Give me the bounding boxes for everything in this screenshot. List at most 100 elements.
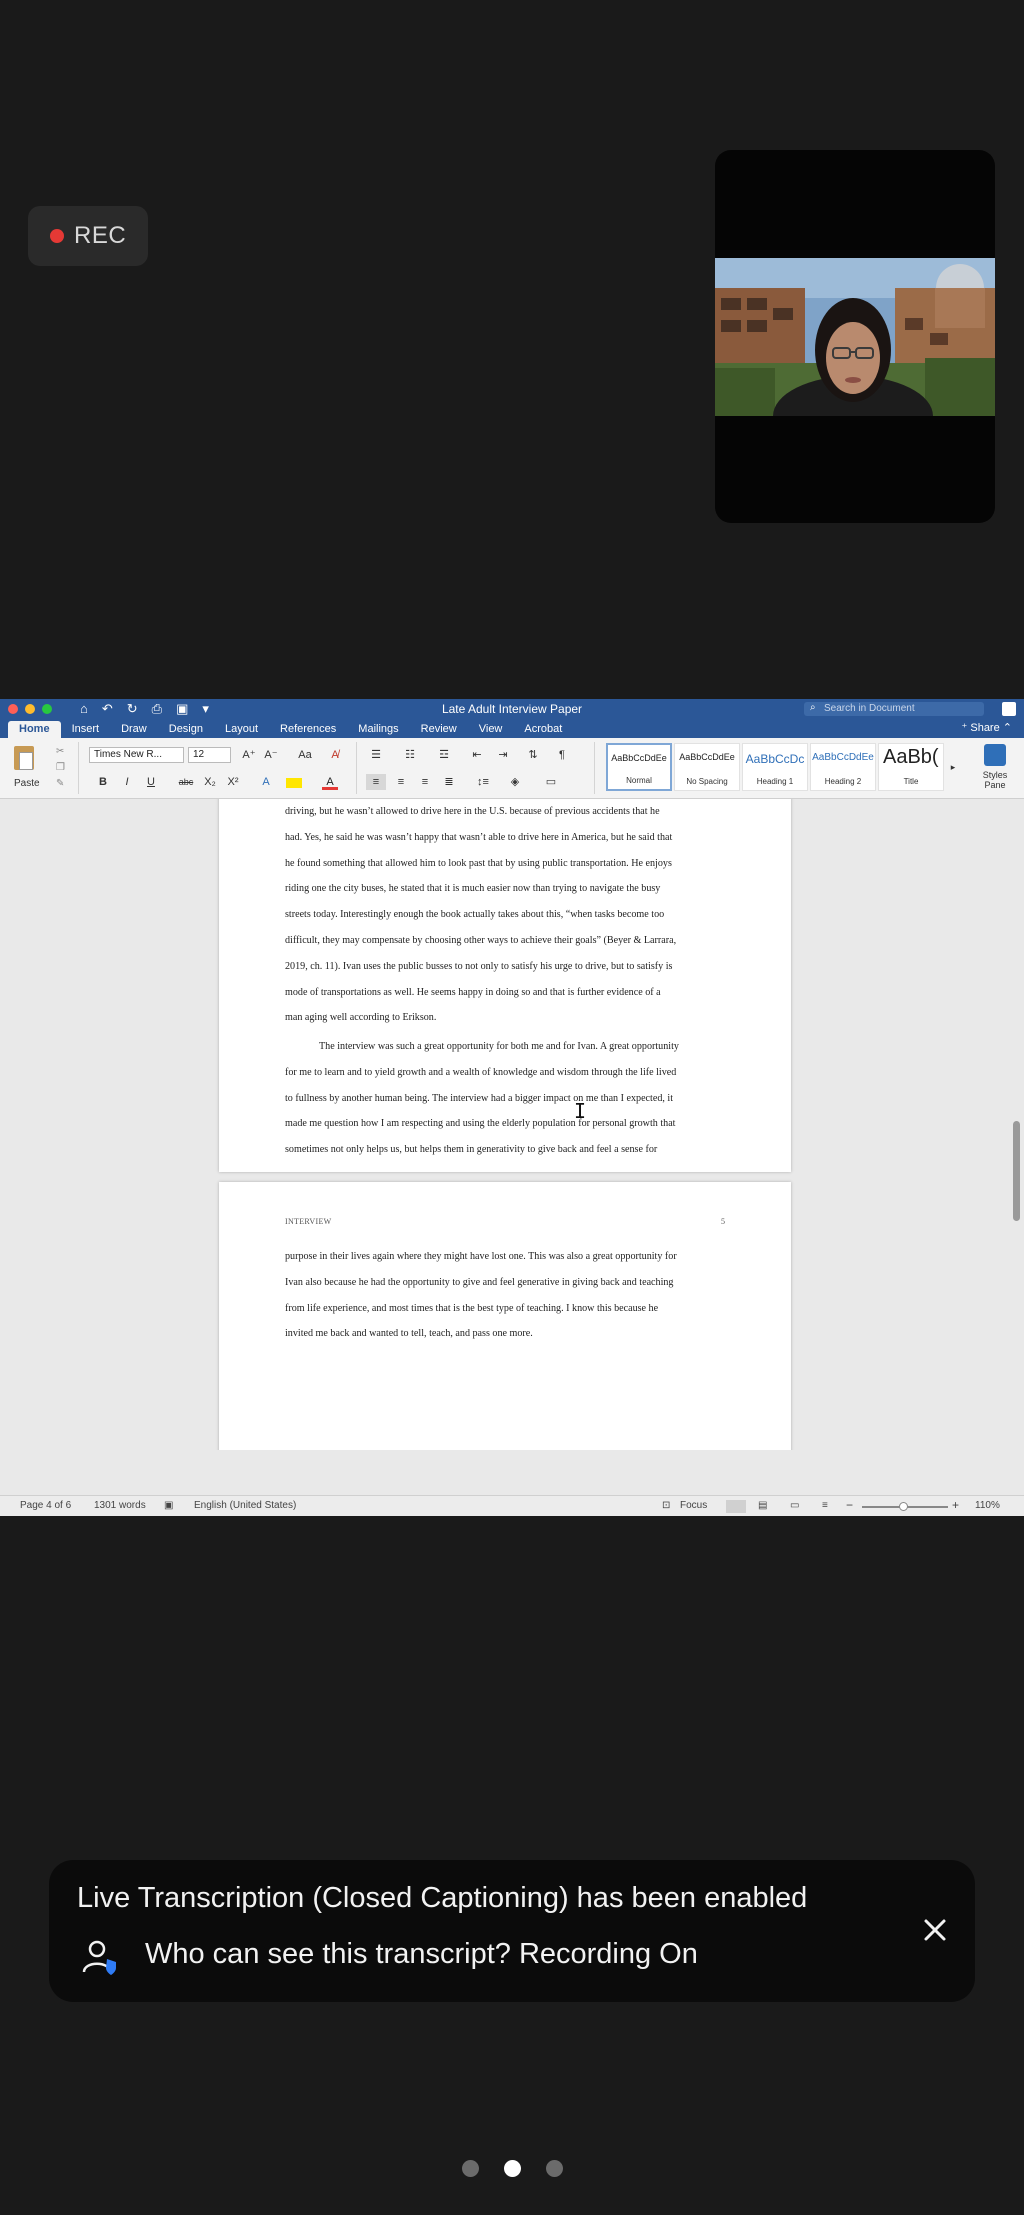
close-icon[interactable] [915,1910,955,1950]
styles-more-arrow-icon[interactable]: ▸ [946,759,960,775]
redo-icon[interactable]: ↻ [127,701,138,717]
vertical-scrollbar[interactable] [1013,839,1020,1450]
shared-screen-word: ⌂ ↶ ↻ ⎙ ▣ ▾ Late Adult Interview Paper ⌕… [0,699,1024,1516]
print-icon[interactable]: ⎙ [152,701,162,717]
page-dot[interactable] [545,2160,563,2177]
focus-mode-button[interactable]: Focus [680,1500,707,1511]
read-mode-icon[interactable]: ▭ [790,1500,799,1511]
tab-home[interactable]: Home [8,721,61,738]
strikethrough-button[interactable]: abc [176,774,196,790]
shrink-font-icon[interactable]: A⁻ [262,747,280,763]
transcript-visibility-link[interactable]: Who can see this transcript? Recording O… [145,1938,698,1971]
text-effects-icon[interactable]: A [258,774,274,790]
copy-icon[interactable]: ❐ [56,762,65,773]
record-dot-icon [50,229,64,243]
align-center-button[interactable]: ≡ [392,774,410,790]
style-title[interactable]: AaBb( Title [878,743,944,791]
customize-toolbar-icon[interactable]: ▾ [202,701,209,717]
proofing-icon[interactable]: ▣ [164,1500,173,1511]
zoom-out-button[interactable]: − [846,1498,853,1512]
text-line: sometimes not only helps us, but helps t… [285,1144,658,1156]
align-left-button[interactable]: ≡ [366,774,386,790]
style-name: Normal [626,776,652,785]
outline-view-icon[interactable]: ≡ [822,1500,828,1511]
style-no-spacing[interactable]: AaBbCcDdEe No Spacing [674,743,740,791]
transcription-banner[interactable]: Live Transcription (Closed Captioning) h… [49,1860,975,2002]
font-size-select[interactable]: 12 [188,747,231,763]
paste-button[interactable]: Paste ✂ ❐ ✎ [10,744,70,794]
underline-button[interactable]: U [144,774,158,790]
sort-icon[interactable]: ⇅ [524,747,542,763]
home-icon[interactable]: ⌂ [80,701,88,717]
numbering-icon[interactable]: ☷ [400,747,420,763]
styles-pane-button[interactable]: Styles Pane [972,744,1018,794]
ribbon-tabs: Home Insert Draw Design Layout Reference… [0,719,1024,738]
document-page-4[interactable]: driving, but he wasn’t allowed to drive … [219,799,791,1172]
align-right-button[interactable]: ≡ [416,774,434,790]
close-window-button[interactable] [8,704,18,714]
tab-layout[interactable]: Layout [214,721,269,738]
font-color-icon[interactable]: A [322,774,338,790]
paragraph-3[interactable]: purpose in their lives again where they … [285,1244,727,1347]
style-heading-2[interactable]: AaBbCcDdEe Heading 2 [810,743,876,791]
page-dot-active[interactable] [503,2160,521,2177]
superscript-button[interactable]: X² [226,774,240,790]
scrollbar-thumb[interactable] [1013,1121,1020,1221]
save-icon[interactable]: ▣ [176,701,188,717]
web-layout-icon[interactable]: ▤ [758,1500,767,1511]
text-line: streets today. Interestingly enough the … [285,909,665,921]
clear-formatting-icon[interactable]: A̸ [326,747,344,763]
document-canvas[interactable]: driving, but he wasn’t allowed to drive … [0,799,1024,1450]
paragraph-2[interactable]: The interview was such a great opportuni… [285,1034,727,1163]
italic-button[interactable]: I [120,774,134,790]
style-normal[interactable]: AaBbCcDdEe Normal [606,743,672,791]
shading-icon[interactable]: ◈ [506,774,524,790]
zoom-in-button[interactable]: + [952,1498,959,1512]
document-page-5[interactable]: INTERVIEW 5 purpose in their lives again… [219,1182,791,1450]
bold-button[interactable]: B [96,774,110,790]
multilevel-list-icon[interactable]: ☲ [434,747,454,763]
paragraph-1[interactable]: driving, but he wasn’t allowed to drive … [285,799,727,1031]
account-icon[interactable] [1002,702,1016,716]
focus-icon[interactable]: ⊡ [662,1500,670,1511]
language-status[interactable]: English (United States) [194,1500,296,1511]
grow-font-icon[interactable]: A⁺ [240,747,258,763]
cut-icon[interactable]: ✂ [56,746,64,757]
line-spacing-icon[interactable]: ↕≡ [472,774,494,790]
subscript-button[interactable]: X₂ [203,774,217,790]
tab-design[interactable]: Design [158,721,214,738]
style-heading-1[interactable]: AaBbCcDc Heading 1 [742,743,808,791]
clipboard-icon [14,746,34,770]
word-count[interactable]: 1301 words [94,1500,146,1511]
decrease-indent-icon[interactable]: ⇤ [468,747,486,763]
participant-video-tile[interactable] [715,150,995,523]
show-paragraph-marks-icon[interactable]: ¶ [554,747,570,763]
zoom-slider-knob[interactable] [899,1502,908,1511]
search-document-input[interactable]: ⌕ Search in Document [804,702,984,716]
borders-icon[interactable]: ▭ [540,774,562,790]
zoom-window-button[interactable] [42,704,52,714]
tab-mailings[interactable]: Mailings [347,721,409,738]
tab-acrobat[interactable]: Acrobat [513,721,573,738]
change-case-icon[interactable]: Aa [295,747,315,763]
tab-view[interactable]: View [468,721,514,738]
minimize-window-button[interactable] [25,704,35,714]
print-layout-icon[interactable] [726,1500,746,1513]
font-name-select[interactable]: Times New R... [89,747,184,763]
tab-review[interactable]: Review [410,721,468,738]
format-painter-icon[interactable]: ✎ [56,778,64,789]
text-line: mode of transportations as well. He seem… [285,986,661,998]
tab-references[interactable]: References [269,721,347,738]
share-button[interactable]: ⁺ Share ⌃ [961,721,1012,734]
undo-icon[interactable]: ↶ [102,701,113,717]
bullets-icon[interactable]: ☰ [366,747,386,763]
page-count[interactable]: Page 4 of 6 [20,1500,71,1511]
tab-draw[interactable]: Draw [110,721,158,738]
text-line: invited me back and wanted to tell, teac… [285,1328,533,1340]
zoom-level[interactable]: 110% [975,1500,1000,1511]
increase-indent-icon[interactable]: ⇥ [494,747,512,763]
page-dot[interactable] [461,2160,479,2177]
justify-button[interactable]: ≣ [440,774,458,790]
tab-insert[interactable]: Insert [61,721,111,738]
highlight-color-icon[interactable] [286,778,302,788]
